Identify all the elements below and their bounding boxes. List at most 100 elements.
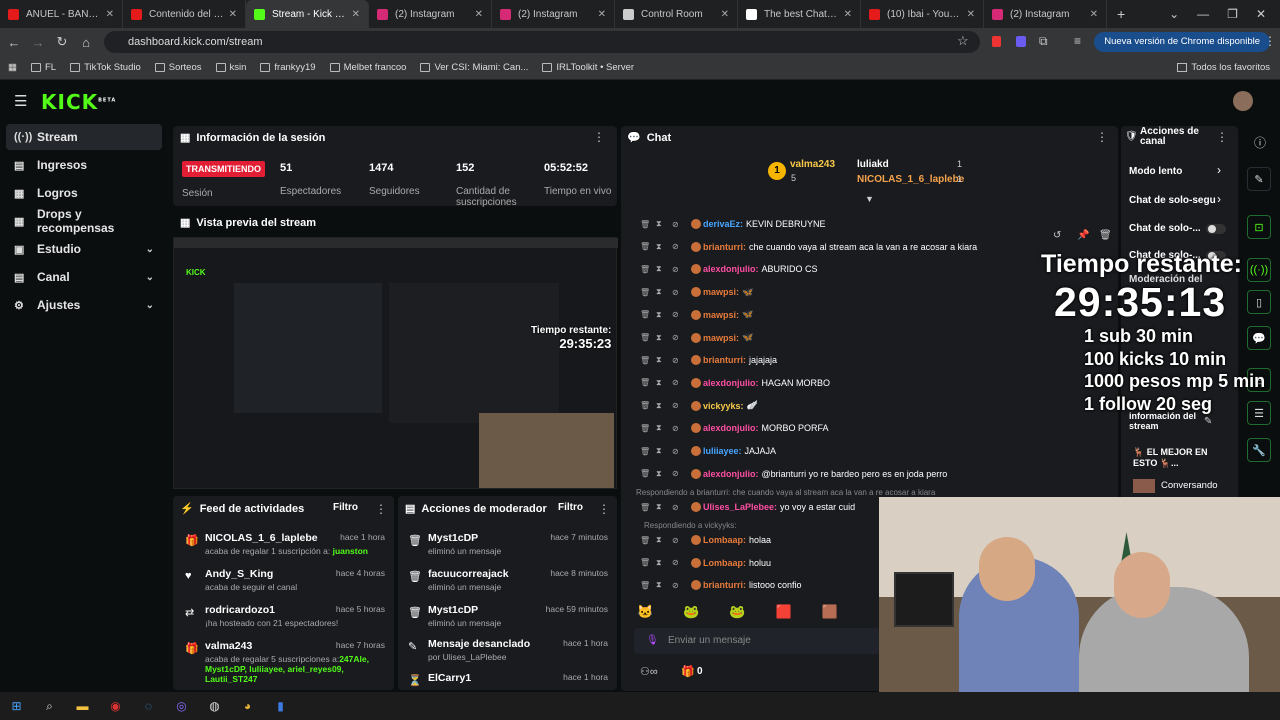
obs-icon[interactable]: ◍ [198, 699, 231, 713]
browser-tab[interactable]: Stream - Kick Dashbo ✕ [246, 0, 369, 28]
chat-username[interactable]: mawpsi: [703, 310, 739, 320]
timeout-icon[interactable]: ⧗ [656, 423, 672, 433]
extension-icon[interactable] [1016, 36, 1026, 47]
chat-username[interactable]: vickyyks: [703, 401, 744, 411]
delete-message-icon[interactable]: 🗑 [640, 333, 656, 342]
delete-message-icon[interactable]: 🗑 [640, 503, 656, 512]
edit-icon[interactable]: ✎ [1204, 416, 1212, 427]
ban-icon[interactable]: ⊘ [672, 424, 688, 433]
tab-close-icon[interactable]: ✕ [1090, 9, 1098, 20]
apps-icon[interactable]: ▦ [8, 62, 17, 73]
ban-icon[interactable]: ⊘ [672, 536, 688, 545]
bookmark-item[interactable]: IRLToolkit • Server [542, 62, 634, 73]
chat-menu-icon[interactable]: ⋮ [1096, 130, 1108, 144]
minimize-icon[interactable]: — [1197, 7, 1209, 21]
stack-button[interactable]: ☰ [1247, 401, 1271, 425]
edit-button[interactable]: ✎ [1247, 167, 1271, 191]
panel-button[interactable]: ▯ [1247, 290, 1271, 314]
emote-icon[interactable]: 🐸 [683, 604, 699, 622]
chrome-update-button[interactable]: Nueva versión de Chrome disponible [1094, 32, 1270, 52]
subs-only-toggle[interactable]: Chat de solo-... [1129, 223, 1201, 234]
tools-button[interactable]: 🔧 [1247, 438, 1271, 462]
timeout-icon[interactable]: ⧗ [656, 264, 672, 274]
chat-username[interactable]: Lombaap: [703, 535, 746, 545]
delete-message-icon[interactable]: 🗑 [640, 310, 656, 319]
chat-username[interactable]: derivaEz: [703, 219, 743, 229]
sidebar-item-estudio[interactable]: ▣ Estudio ⌄ [6, 236, 162, 262]
delete-message-icon[interactable]: 🗑 [640, 401, 656, 410]
ban-icon[interactable]: ⊘ [672, 503, 688, 512]
tab-close-icon[interactable]: ✕ [967, 9, 975, 20]
timeout-icon[interactable]: ⧗ [656, 242, 672, 252]
bookmark-item[interactable]: Ver CSI: Miami: Can... [420, 62, 528, 73]
bookmark-item[interactable]: FL [30, 62, 56, 73]
feed-menu-icon[interactable]: ⋮ [375, 502, 387, 516]
delete-message-icon[interactable]: 🗑 [640, 447, 656, 456]
tab-search-icon[interactable]: ⌄ [1169, 7, 1179, 21]
ban-icon[interactable]: ⊘ [672, 378, 688, 387]
tab-close-icon[interactable]: ✕ [106, 9, 114, 20]
chat-username[interactable]: brianturri: [703, 580, 746, 590]
url-input[interactable]: dashboard.kick.com/stream [104, 31, 980, 53]
preview-video[interactable]: KICK Tiempo restante: 29:35:23 [173, 237, 618, 489]
gifter-2-name[interactable]: luliakd [857, 159, 889, 170]
timeout-icon[interactable]: ⧗ [656, 355, 672, 365]
chat-bubble-button[interactable]: 💬 [1247, 326, 1271, 350]
chevron-right-icon[interactable]: › [1217, 163, 1221, 177]
mod-menu-icon[interactable]: ⋮ [598, 502, 610, 516]
delete-message-icon[interactable]: 🗑 [640, 536, 656, 545]
stream-category[interactable]: Conversando [1161, 480, 1218, 491]
bookmark-item[interactable]: ksin [215, 62, 246, 73]
ban-icon[interactable]: ⊘ [672, 333, 688, 342]
forward-icon[interactable]: → [26, 35, 50, 50]
close-window-icon[interactable]: ✕ [1256, 7, 1266, 21]
bookmark-item[interactable]: frankyy19 [260, 62, 316, 73]
timeout-icon[interactable]: ⧗ [656, 378, 672, 388]
delete-message-icon[interactable]: 🗑 [640, 220, 656, 229]
chat-username[interactable]: mawpsi: [703, 287, 739, 297]
actions-menu-icon[interactable]: ⋮ [1216, 130, 1228, 144]
chat-username[interactable]: alexdonjulio: [703, 423, 759, 433]
delete-message-icon[interactable]: 🗑 [640, 469, 656, 478]
timeout-icon[interactable]: ⧗ [656, 333, 672, 343]
ban-icon[interactable]: ⊘ [672, 288, 688, 297]
delete-message-icon[interactable]: 🗑 [640, 356, 656, 365]
browser-tab[interactable]: Contenido del canal ✕ [123, 0, 246, 28]
bookmark-item[interactable]: Melbet francoo [329, 62, 406, 73]
tab-close-icon[interactable]: ✕ [844, 9, 852, 20]
info-circle-icon[interactable]: ⓘ [1254, 134, 1266, 151]
bookmark-star-icon[interactable]: ☆ [957, 33, 969, 49]
tab-close-icon[interactable]: ✕ [721, 9, 729, 20]
timeout-icon[interactable]: ⧗ [656, 580, 672, 590]
chat-username[interactable]: brianturri: [703, 242, 746, 252]
delete-message-icon[interactable]: 🗑 [640, 378, 656, 387]
mic-icon[interactable]: 🎙 [646, 628, 659, 654]
search-icon[interactable]: ⌕ [33, 699, 66, 714]
delete-message-icon[interactable]: 🗑 [640, 288, 656, 297]
browser-tab[interactable]: (2) Instagram ✕ [369, 0, 492, 28]
discord-icon[interactable]: ◎ [165, 699, 198, 713]
timeout-icon[interactable]: ⧗ [656, 401, 672, 411]
extension-icon[interactable] [992, 36, 1001, 47]
pin-icon[interactable]: 📌 [1077, 230, 1089, 241]
chat-username[interactable]: Lombaap: [703, 558, 746, 568]
browser-tab[interactable]: (2) Instagram ✕ [984, 0, 1107, 28]
ban-icon[interactable]: ⊘ [672, 265, 688, 274]
target-button[interactable]: ⊡ [1247, 215, 1271, 239]
top-gifter-name[interactable]: valma243 [790, 159, 835, 170]
reload-icon[interactable]: ↻ [50, 34, 74, 50]
timeout-icon[interactable]: ⧗ [656, 535, 672, 545]
menu-dots-icon[interactable]: ⋮ [1264, 34, 1276, 48]
chevron-right-icon[interactable]: › [1217, 192, 1221, 206]
sidebar-item-drops[interactable]: ▦ Drops y recompensas [6, 207, 162, 235]
chrome-icon[interactable]: ◕ [231, 699, 264, 713]
chat-username[interactable]: brianturri: [703, 355, 746, 365]
sidebar-item-ingresos[interactable]: ▤ Ingresos [6, 152, 162, 178]
timeout-icon[interactable]: ⧗ [656, 287, 672, 297]
extensions-puzzle-icon[interactable]: ⧉ [1039, 34, 1048, 49]
subs-only-switch[interactable] [1206, 224, 1226, 234]
maximize-icon[interactable]: ❐ [1227, 7, 1238, 21]
timeout-icon[interactable]: ⧗ [656, 469, 672, 479]
ban-icon[interactable]: ⊘ [672, 356, 688, 365]
browser-tab[interactable]: ANUEL - BANDOL ✕ [0, 0, 123, 28]
